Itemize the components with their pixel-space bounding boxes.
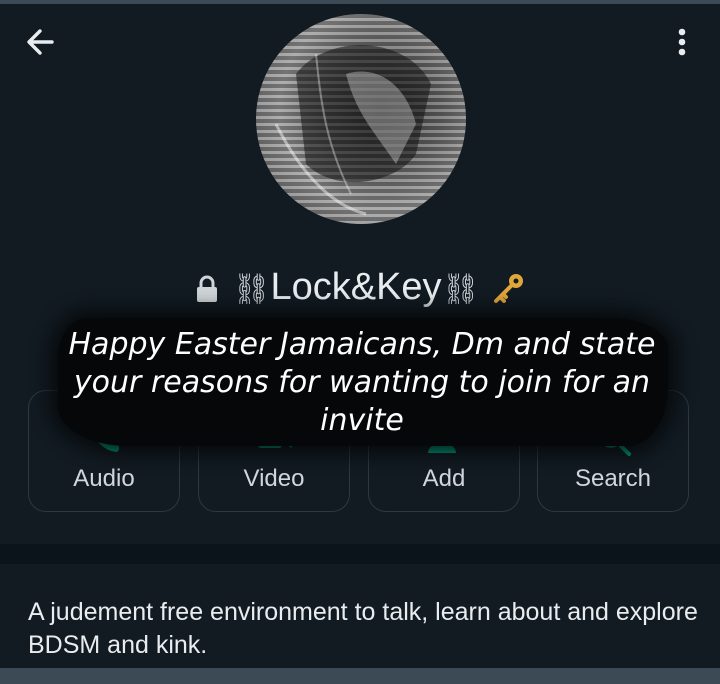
back-button[interactable]: [22, 24, 62, 60]
arrow-left-icon: [27, 29, 54, 55]
audio-label: Audio: [73, 465, 135, 492]
group-name: ⛓Lock&Key⛓: [0, 266, 720, 309]
chain-glyph-left: ⛓: [232, 273, 271, 306]
video-label: Video: [243, 465, 305, 492]
lock-icon: [196, 275, 217, 302]
bottom-strip: [0, 668, 720, 684]
overlay-caption: Happy Easter Jamaicans, Dm and state you…: [68, 327, 656, 438]
key-icon: [494, 273, 524, 303]
group-description[interactable]: A judement free environment to talk, lea…: [28, 596, 698, 662]
group-name-text: Lock&Key: [270, 266, 442, 308]
chain-glyph-right: ⛓: [441, 273, 480, 306]
more-vert-icon: [678, 28, 686, 56]
group-avatar[interactable]: [256, 14, 466, 224]
avatar-artwork: [274, 45, 431, 216]
add-label: Add: [422, 465, 466, 492]
search-label: Search: [574, 465, 652, 492]
section-divider: [0, 544, 720, 564]
overflow-menu-button[interactable]: [664, 24, 700, 60]
